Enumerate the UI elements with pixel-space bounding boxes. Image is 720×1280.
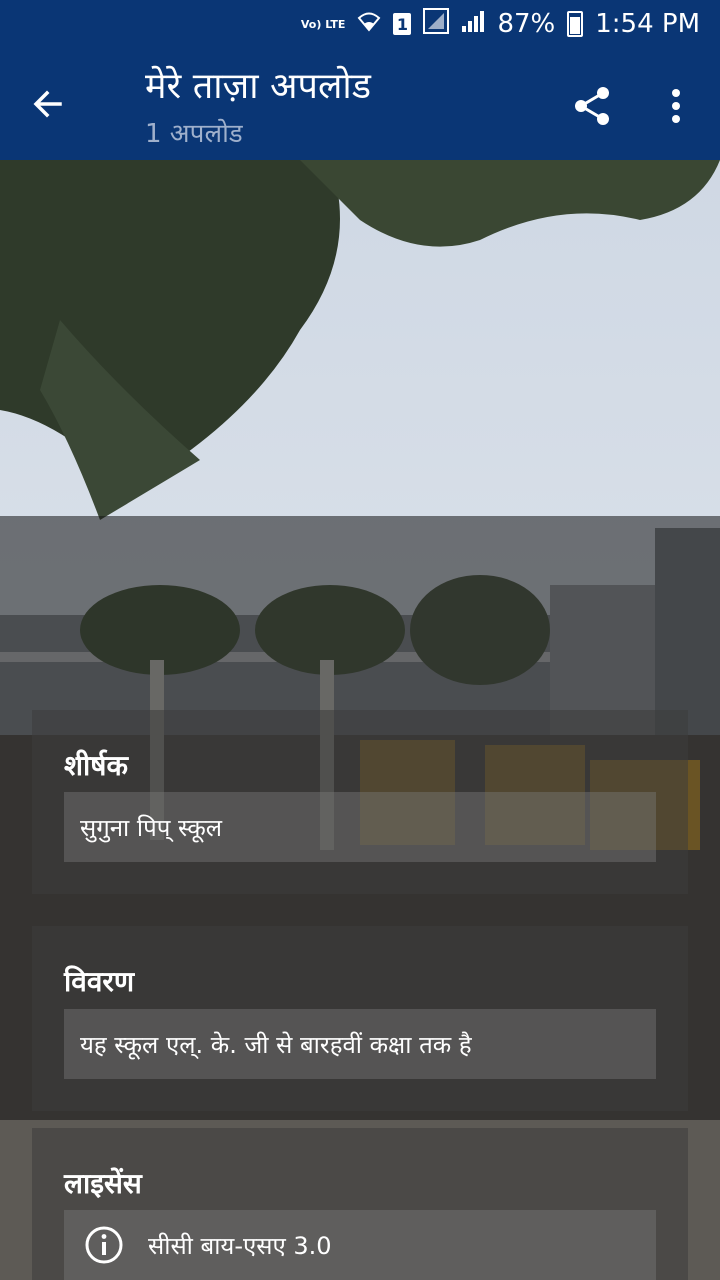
license-label: लाइसेंस	[64, 1167, 142, 1200]
license-card: लाइसेंस सीसी बाय-एसए 3.0	[32, 1128, 688, 1280]
signal-icon	[461, 9, 485, 39]
description-label: विवरण	[64, 965, 135, 998]
license-field[interactable]: सीसी बाय-एसए 3.0	[64, 1210, 656, 1280]
license-value: सीसी बाय-एसए 3.0	[148, 1231, 332, 1260]
app-bar: मेरे ताज़ा अपलोड 1 अपलोड	[0, 48, 720, 160]
title-field[interactable]: सुगुना पिप् स्कूल	[64, 792, 656, 862]
description-field[interactable]: यह स्कूल एल्. के. जी से बारहवीं कक्षा तक…	[64, 1009, 656, 1079]
title-label: शीर्षक	[64, 749, 128, 782]
battery-icon	[567, 11, 584, 37]
share-button[interactable]	[566, 80, 618, 132]
clock: 1:54 PM	[595, 9, 700, 39]
description-card: विवरण यह स्कूल एल्. के. जी से बारहवीं कक…	[32, 926, 688, 1111]
share-icon	[575, 87, 609, 125]
wifi-icon	[357, 9, 381, 39]
volte-indicator: Vo) LTE	[300, 17, 346, 31]
back-button[interactable]	[24, 80, 72, 128]
more-vert-icon	[672, 89, 680, 123]
title-card: शीर्षक सुगुना पिप् स्कूल	[32, 710, 688, 894]
status-bar: Vo) LTE 1 87% 1:54 PM	[0, 0, 720, 48]
page-subtitle: 1 अपलोड	[145, 119, 243, 149]
page-title: मेरे ताज़ा अपलोड	[145, 66, 371, 107]
more-options-button[interactable]	[652, 80, 700, 132]
info-icon	[84, 1225, 124, 1265]
back-arrow-icon	[33, 90, 62, 118]
battery-percent: 87%	[497, 9, 556, 39]
sim-indicator: 1	[393, 13, 412, 35]
signal-sim1-icon	[423, 7, 450, 41]
status-icons: Vo) LTE 1 87% 1:54 PM	[300, 7, 700, 41]
